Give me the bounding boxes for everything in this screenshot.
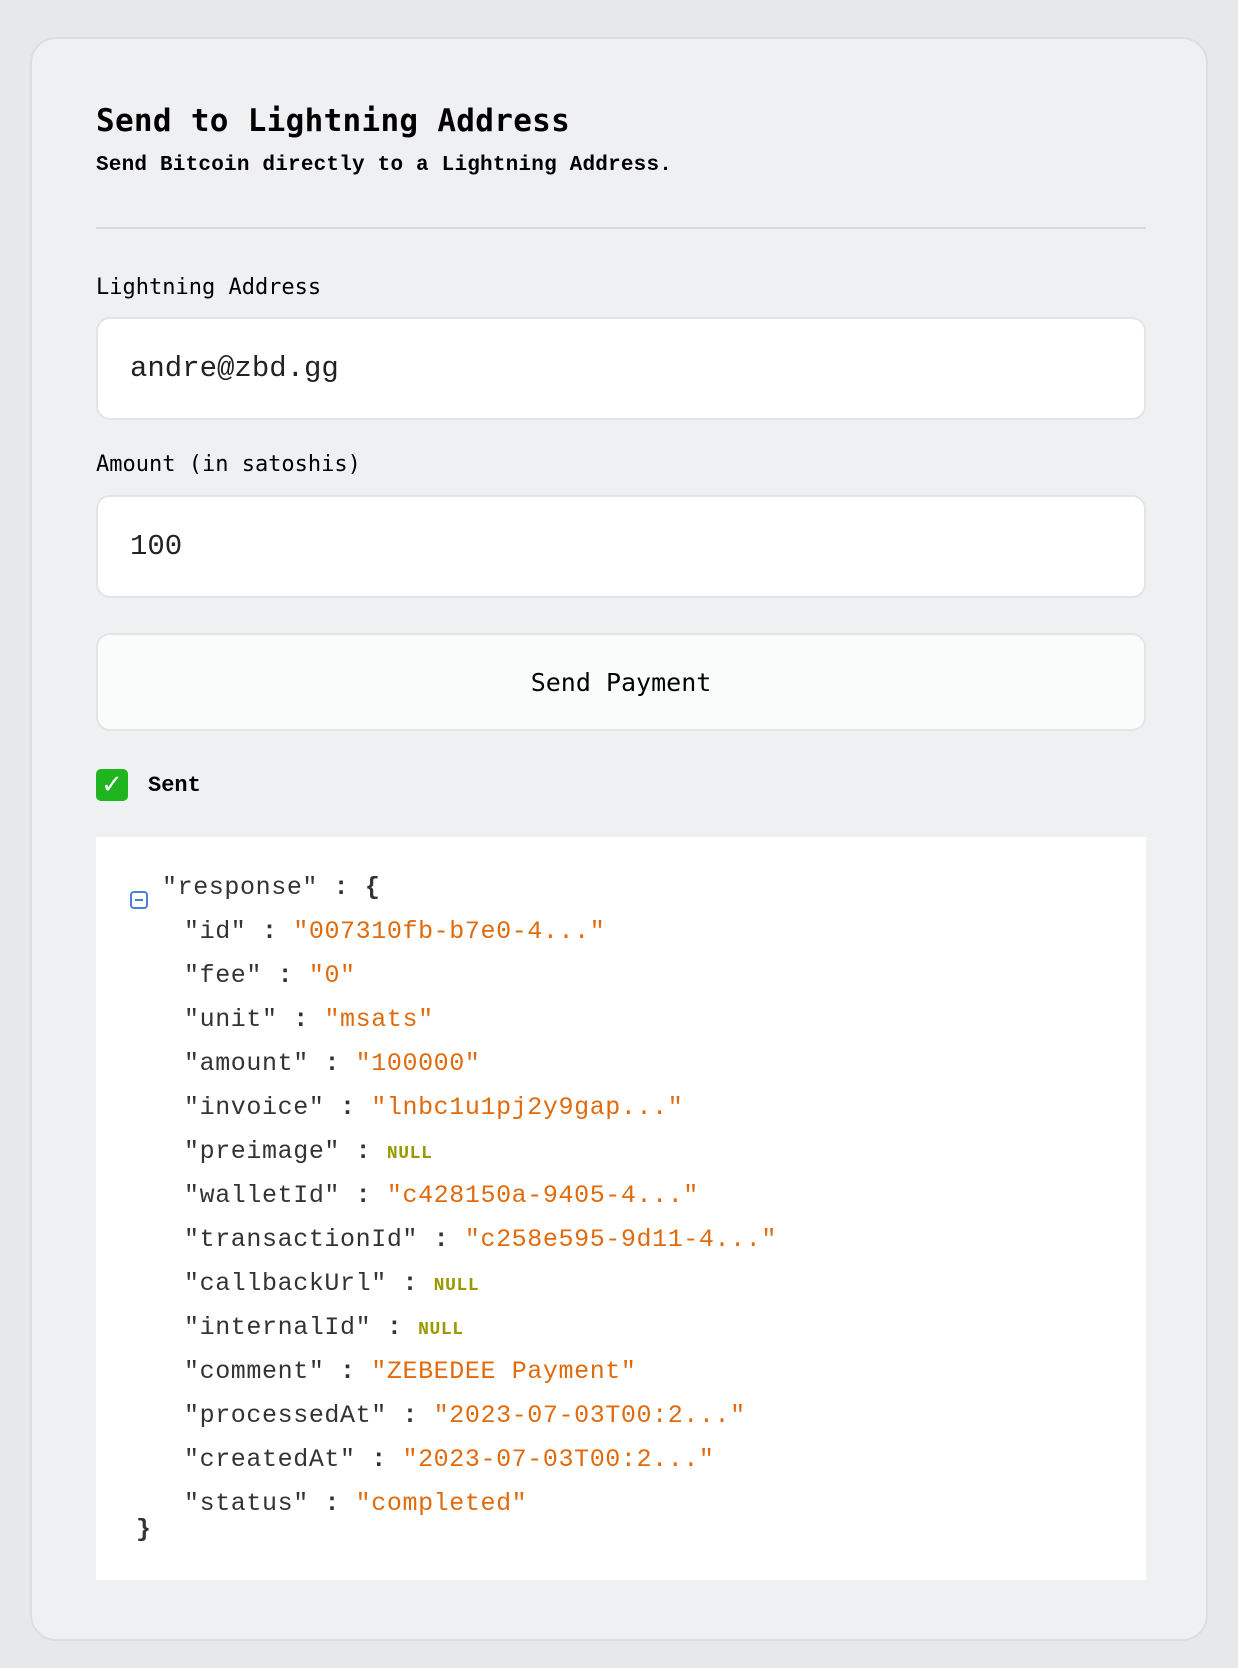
json-field: "createdAt" : "2023-07-03T00:2...": [184, 1445, 715, 1474]
json-key: "id": [184, 917, 247, 946]
json-field: "preimage" : NULL: [184, 1137, 433, 1166]
check-mark-icon: ✓: [96, 769, 128, 801]
amount-input[interactable]: [96, 495, 1146, 598]
json-value: "msats": [324, 1005, 434, 1034]
json-field: "processedAt" : "2023-07-03T00:2...": [184, 1401, 746, 1430]
json-open-brace: {: [364, 873, 381, 902]
json-key: "walletId": [184, 1181, 341, 1210]
json-key: "preimage": [184, 1137, 341, 1166]
json-field: "internalId" : NULL: [184, 1313, 464, 1342]
json-key: "status": [184, 1489, 309, 1518]
json-root-key: "response": [162, 873, 319, 902]
json-field: "callbackUrl" : NULL: [184, 1269, 480, 1298]
json-key: "invoice": [184, 1093, 325, 1122]
json-value: "2023-07-03T00:2...": [433, 1401, 746, 1430]
send-payment-button[interactable]: Send Payment: [96, 633, 1146, 731]
json-value: "0": [308, 961, 356, 990]
json-key: "processedAt": [184, 1401, 387, 1430]
page-subtitle: Send Bitcoin directly to a Lightning Add…: [96, 154, 673, 177]
json-close-brace: }: [136, 1515, 152, 1544]
json-field: "comment" : "ZEBEDEE Payment": [184, 1357, 637, 1386]
json-key: "internalId": [184, 1313, 372, 1342]
json-value: NULL: [433, 1276, 480, 1296]
json-field: "invoice" : "lnbc1u1pj2y9gap...": [184, 1093, 684, 1122]
json-key: "amount": [184, 1049, 309, 1078]
json-key: "comment": [184, 1357, 325, 1386]
json-value: "2023-07-03T00:2...": [402, 1445, 715, 1474]
json-field: "transactionId" : "c258e595-9d11-4...": [184, 1225, 777, 1254]
json-value: "ZEBEDEE Payment": [371, 1357, 637, 1386]
json-field: "id" : "007310fb-b7e0-4...": [184, 917, 606, 946]
divider: [96, 227, 1146, 229]
json-key: "fee": [184, 961, 263, 990]
json-field: "unit" : "msats": [184, 1005, 434, 1034]
amount-label: Amount (in satoshis): [96, 452, 361, 477]
json-value: "lnbc1u1pj2y9gap...": [371, 1093, 684, 1122]
send-card: Send to Lightning Address Send Bitcoin d…: [30, 37, 1208, 1641]
json-value: "completed": [355, 1489, 528, 1518]
json-value: "c258e595-9d11-4...": [464, 1225, 777, 1254]
json-field: "amount" : "100000": [184, 1049, 481, 1078]
json-value: NULL: [418, 1320, 464, 1340]
json-value: "100000": [355, 1049, 481, 1078]
json-response-viewer: "response" : { "id" : "007310fb-b7e0-4..…: [96, 837, 1146, 1580]
json-field: "fee" : "0": [184, 961, 356, 990]
json-key: "callbackUrl": [184, 1269, 387, 1298]
json-field: "walletId" : "c428150a-9405-4...": [184, 1181, 699, 1210]
json-key: "createdAt": [184, 1445, 356, 1474]
page-title: Send to Lightning Address: [96, 103, 571, 139]
address-label: Lightning Address: [96, 275, 322, 300]
status-indicator: ✓ Sent: [96, 769, 201, 801]
json-field: "status" : "completed": [184, 1489, 528, 1518]
json-value: NULL: [386, 1144, 433, 1164]
json-key: "unit": [184, 1005, 278, 1034]
lightning-address-input[interactable]: [96, 317, 1146, 420]
json-value: "007310fb-b7e0-4...": [293, 917, 606, 946]
json-key: "transactionId": [184, 1225, 419, 1254]
status-text: Sent: [148, 772, 201, 798]
json-root-line: "response" : {: [162, 873, 381, 902]
json-value: "c428150a-9405-4...": [386, 1181, 699, 1210]
collapse-toggle-icon[interactable]: [130, 891, 148, 909]
